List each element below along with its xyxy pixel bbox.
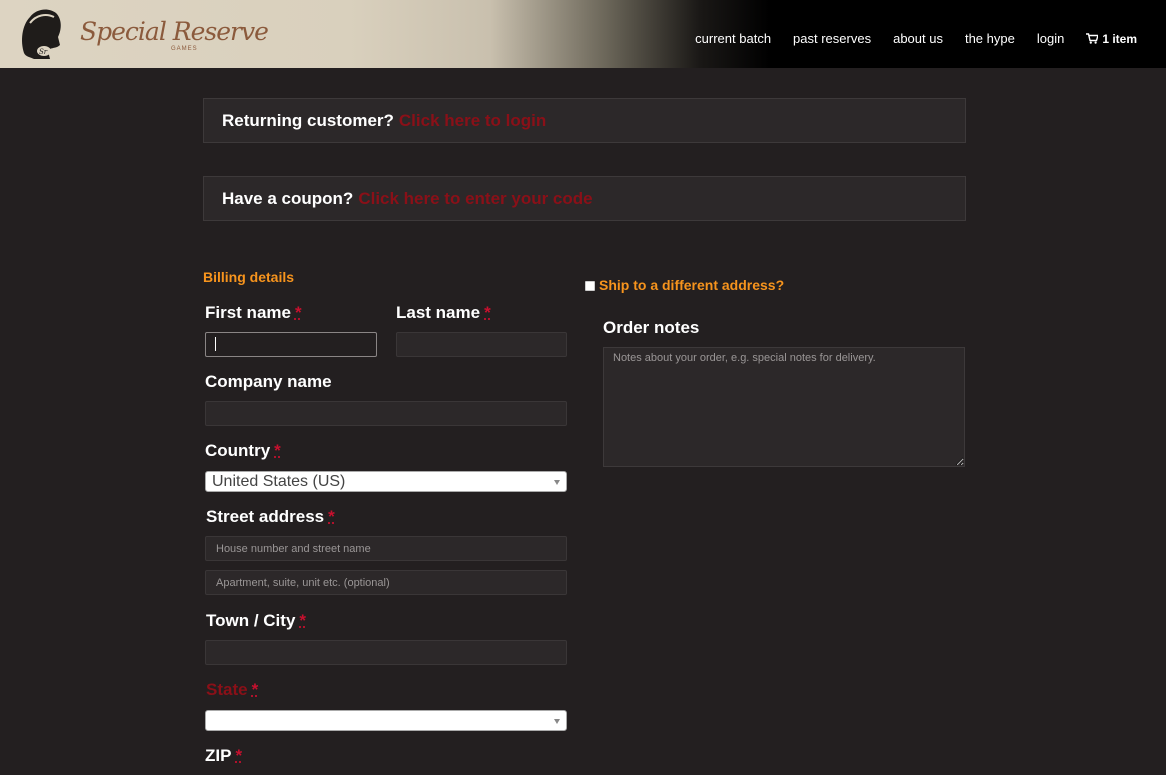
required-mark: *	[328, 507, 335, 526]
street-address-line1-input[interactable]	[205, 536, 567, 561]
required-mark: *	[251, 680, 259, 699]
coupon-notice-text: Have a coupon?	[222, 188, 354, 208]
text-caret	[215, 337, 216, 351]
coupon-link[interactable]: Click here to enter your code	[358, 189, 592, 209]
required-mark: *	[484, 303, 491, 322]
state-label-text: State	[206, 680, 248, 699]
svg-text:Sr: Sr	[39, 48, 48, 56]
order-notes-label: Order notes	[603, 318, 699, 338]
town-city-input[interactable]	[205, 640, 567, 665]
dropdown-arrow-icon	[554, 480, 560, 485]
site-header: Sr Special Reserve GAMES current batch p…	[0, 0, 1166, 68]
country-label-text: Country	[205, 441, 271, 460]
state-label: State *	[206, 680, 258, 700]
login-link[interactable]: Click here to login	[399, 111, 546, 131]
required-mark: *	[294, 303, 302, 322]
main-nav: current batch past reserves about us the…	[673, 31, 1137, 46]
nav-about-us[interactable]: about us	[893, 31, 943, 46]
bust-logo-icon: Sr	[22, 9, 61, 59]
zip-label: ZIP *	[205, 746, 242, 766]
street-address-label-text: Street address	[206, 507, 325, 526]
order-notes-textarea[interactable]	[603, 347, 965, 467]
order-notes-label-text: Order notes	[603, 318, 700, 337]
cart-icon	[1086, 33, 1099, 44]
nav-current-batch[interactable]: current batch	[695, 31, 771, 46]
zip-label-text: ZIP	[205, 746, 232, 765]
street-address-line2-input[interactable]	[205, 570, 567, 595]
login-notice: Returning customer? Click here to login	[203, 98, 966, 143]
billing-details-title: Billing details	[203, 269, 295, 285]
nav-the-hype[interactable]: the hype	[965, 31, 1015, 46]
company-name-input[interactable]	[205, 401, 567, 426]
company-name-label-text: Company name	[205, 372, 332, 391]
nav-login[interactable]: login	[1037, 31, 1064, 46]
state-select[interactable]	[205, 710, 567, 731]
first-name-input[interactable]	[205, 332, 377, 357]
town-city-label-text: Town / City	[206, 611, 296, 630]
country-selected-value: United States (US)	[212, 473, 346, 490]
street-address-label: Street address *	[206, 507, 335, 527]
required-mark: *	[299, 611, 307, 630]
ship-different-address-label[interactable]: Ship to a different address?	[599, 277, 784, 293]
first-name-label: First name *	[205, 303, 302, 323]
country-select[interactable]: United States (US)	[205, 471, 567, 492]
last-name-input[interactable]	[396, 332, 567, 357]
first-name-label-text: First name	[205, 303, 291, 322]
brand-sub: GAMES	[171, 46, 198, 52]
ship-different-address-checkbox[interactable]	[585, 281, 595, 291]
coupon-notice: Have a coupon? Click here to enter your …	[203, 176, 966, 221]
last-name-label-text: Last name	[396, 303, 481, 322]
login-notice-text: Returning customer?	[222, 110, 394, 130]
dropdown-arrow-icon	[554, 719, 560, 724]
required-mark: *	[235, 746, 243, 765]
company-name-label: Company name	[205, 372, 332, 392]
required-mark: *	[274, 441, 281, 460]
nav-cart[interactable]: 1 item	[1086, 32, 1137, 46]
cart-count: 1 item	[1102, 31, 1137, 46]
brand-logo[interactable]: Sr Special Reserve GAMES	[16, 3, 269, 63]
town-city-label: Town / City *	[206, 611, 306, 631]
brand-name: Special Reserve	[80, 17, 269, 46]
last-name-label: Last name *	[396, 303, 491, 323]
country-label: Country *	[205, 441, 281, 461]
nav-past-reserves[interactable]: past reserves	[793, 31, 871, 46]
